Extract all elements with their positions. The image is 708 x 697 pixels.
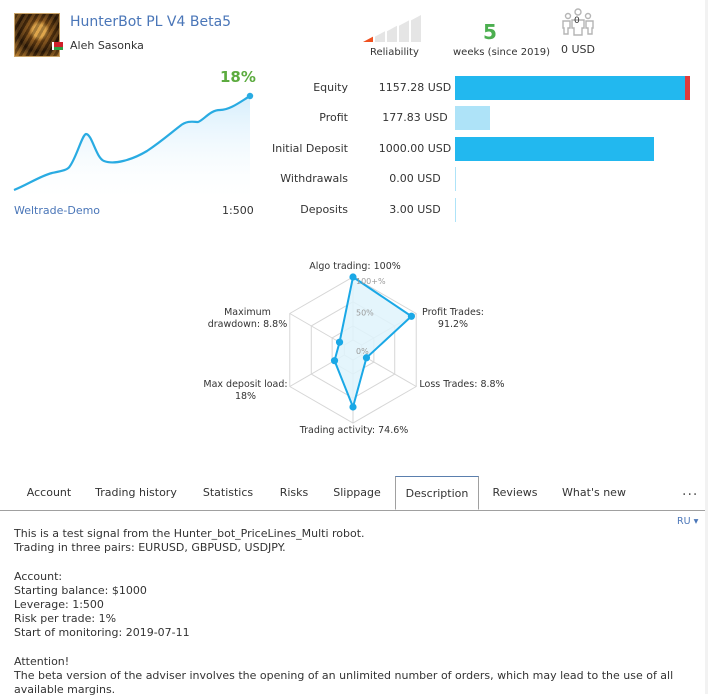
radar-axis-label: Profit Trades: 91.2% bbox=[422, 307, 484, 330]
reliability-label: Reliability bbox=[370, 47, 419, 58]
metric-label: Deposits bbox=[300, 202, 348, 216]
radar-axis-label: Loss Trades: 8.8% bbox=[419, 379, 505, 390]
metric-value: 1000.00 USD bbox=[378, 141, 452, 155]
growth-percent: 18% bbox=[220, 68, 256, 86]
radar-series-area bbox=[333, 275, 414, 411]
description-line: Risk per trade: 1% bbox=[14, 612, 117, 626]
radar-axis-label: Algo trading: 100% bbox=[309, 261, 401, 272]
description-line: Account: bbox=[14, 569, 63, 583]
weeks-value: 5 bbox=[483, 20, 497, 44]
radar-chart: 0%50%100+% bbox=[289, 273, 417, 424]
metric-bar bbox=[455, 167, 456, 192]
metric-label: Profit bbox=[319, 111, 348, 125]
radar-scale-label: 50% bbox=[356, 309, 374, 318]
metric-bar bbox=[455, 136, 654, 161]
reliability-bar bbox=[399, 20, 409, 42]
leverage-value: 1:500 bbox=[222, 204, 254, 217]
reliability-bar bbox=[375, 31, 385, 42]
reliability-bars-icon bbox=[363, 15, 421, 42]
radar-axis-line bbox=[361, 354, 417, 387]
reliability-bar bbox=[387, 25, 397, 42]
tab-reviews[interactable]: Reviews bbox=[484, 476, 546, 510]
metric-value: 0.00 USD bbox=[389, 172, 441, 186]
description-line bbox=[14, 555, 704, 569]
tab-trading-history[interactable]: Trading history bbox=[88, 476, 184, 510]
drawdown-marker bbox=[685, 76, 690, 100]
tab-bar: ··· Account Trading history Statistics Risk… bbox=[0, 476, 705, 511]
description-line bbox=[14, 641, 704, 655]
broker-link[interactable]: Weltrade-Demo bbox=[14, 204, 100, 217]
tab-slippage[interactable]: Slippage bbox=[324, 476, 390, 510]
metric-row: Deposits 3.00 USD bbox=[270, 197, 700, 222]
metric-label: Initial Deposit bbox=[272, 141, 348, 155]
radar-scale-label: 100+% bbox=[356, 277, 386, 286]
description-line: Trading in three pairs: EURUSD, GBPUSD, … bbox=[14, 541, 286, 555]
metric-row: Equity 1157.28 USD bbox=[270, 76, 700, 100]
radar-point bbox=[362, 354, 371, 362]
description-line: Start of monitoring: 2019-07-11 bbox=[14, 626, 190, 640]
tab-account[interactable]: Account bbox=[14, 476, 84, 510]
metric-value: 1157.28 USD bbox=[378, 81, 452, 94]
subscribers-count: 0 bbox=[574, 16, 580, 26]
tab-what-s-new[interactable]: What's new bbox=[552, 476, 636, 510]
radar-axis-label: Trading activity: 74.6% bbox=[299, 425, 409, 436]
language-selector[interactable]: RU ▾ bbox=[677, 516, 698, 527]
metric-value: 3.00 USD bbox=[389, 202, 441, 216]
signal-title[interactable]: HunterBot PL V4 Beta5 bbox=[70, 14, 231, 30]
metric-row: Profit 177.83 USD bbox=[270, 106, 700, 131]
tab-risks[interactable]: Risks bbox=[270, 476, 318, 510]
description-line: This is a test signal from the Hunter_bo… bbox=[14, 527, 365, 540]
radar-point bbox=[330, 357, 339, 365]
description-line: The beta version of the adviser involves… bbox=[14, 669, 674, 697]
metric-label: Withdrawals bbox=[280, 172, 348, 186]
metric-bar bbox=[455, 197, 456, 222]
subscription-price: 0 USD bbox=[561, 43, 595, 56]
radar-point bbox=[335, 338, 344, 346]
description-text: This is a test signal from the Hunter_bo… bbox=[14, 527, 704, 697]
more-tabs-button[interactable]: ··· bbox=[682, 487, 698, 503]
metric-label: Equity bbox=[313, 81, 348, 94]
metric-row: Initial Deposit 1000.00 USD bbox=[270, 136, 700, 161]
metric-value: 177.83 USD bbox=[382, 111, 448, 125]
growth-endpoint bbox=[246, 92, 254, 100]
author-avatar[interactable] bbox=[14, 13, 60, 57]
metric-row: Withdrawals 0.00 USD bbox=[270, 167, 700, 192]
description-line: Leverage: 1:500 bbox=[14, 598, 104, 612]
radar-axis-label: Max deposit load: 18% bbox=[203, 379, 288, 402]
radar-axis-label: Maximum drawdown: 8.8% bbox=[207, 307, 288, 330]
metric-bar bbox=[455, 106, 491, 131]
reliability-bar bbox=[363, 36, 373, 42]
radar-axis-line bbox=[289, 313, 345, 346]
description-line: Attention! bbox=[14, 654, 70, 668]
radar-point bbox=[349, 273, 357, 281]
description-line: Starting balance: $1000 bbox=[14, 583, 147, 597]
weeks-label: weeks (since 2019) bbox=[453, 47, 551, 58]
growth-chart[interactable] bbox=[12, 68, 262, 198]
metric-bar bbox=[455, 76, 685, 100]
tab-description[interactable]: Description bbox=[395, 476, 479, 510]
author-name[interactable]: Aleh Sasonka bbox=[70, 39, 144, 52]
radar-point bbox=[349, 403, 357, 411]
tab-statistics[interactable]: Statistics bbox=[192, 476, 264, 510]
belarus-flag-icon bbox=[52, 42, 63, 50]
reliability-bar bbox=[411, 15, 421, 42]
